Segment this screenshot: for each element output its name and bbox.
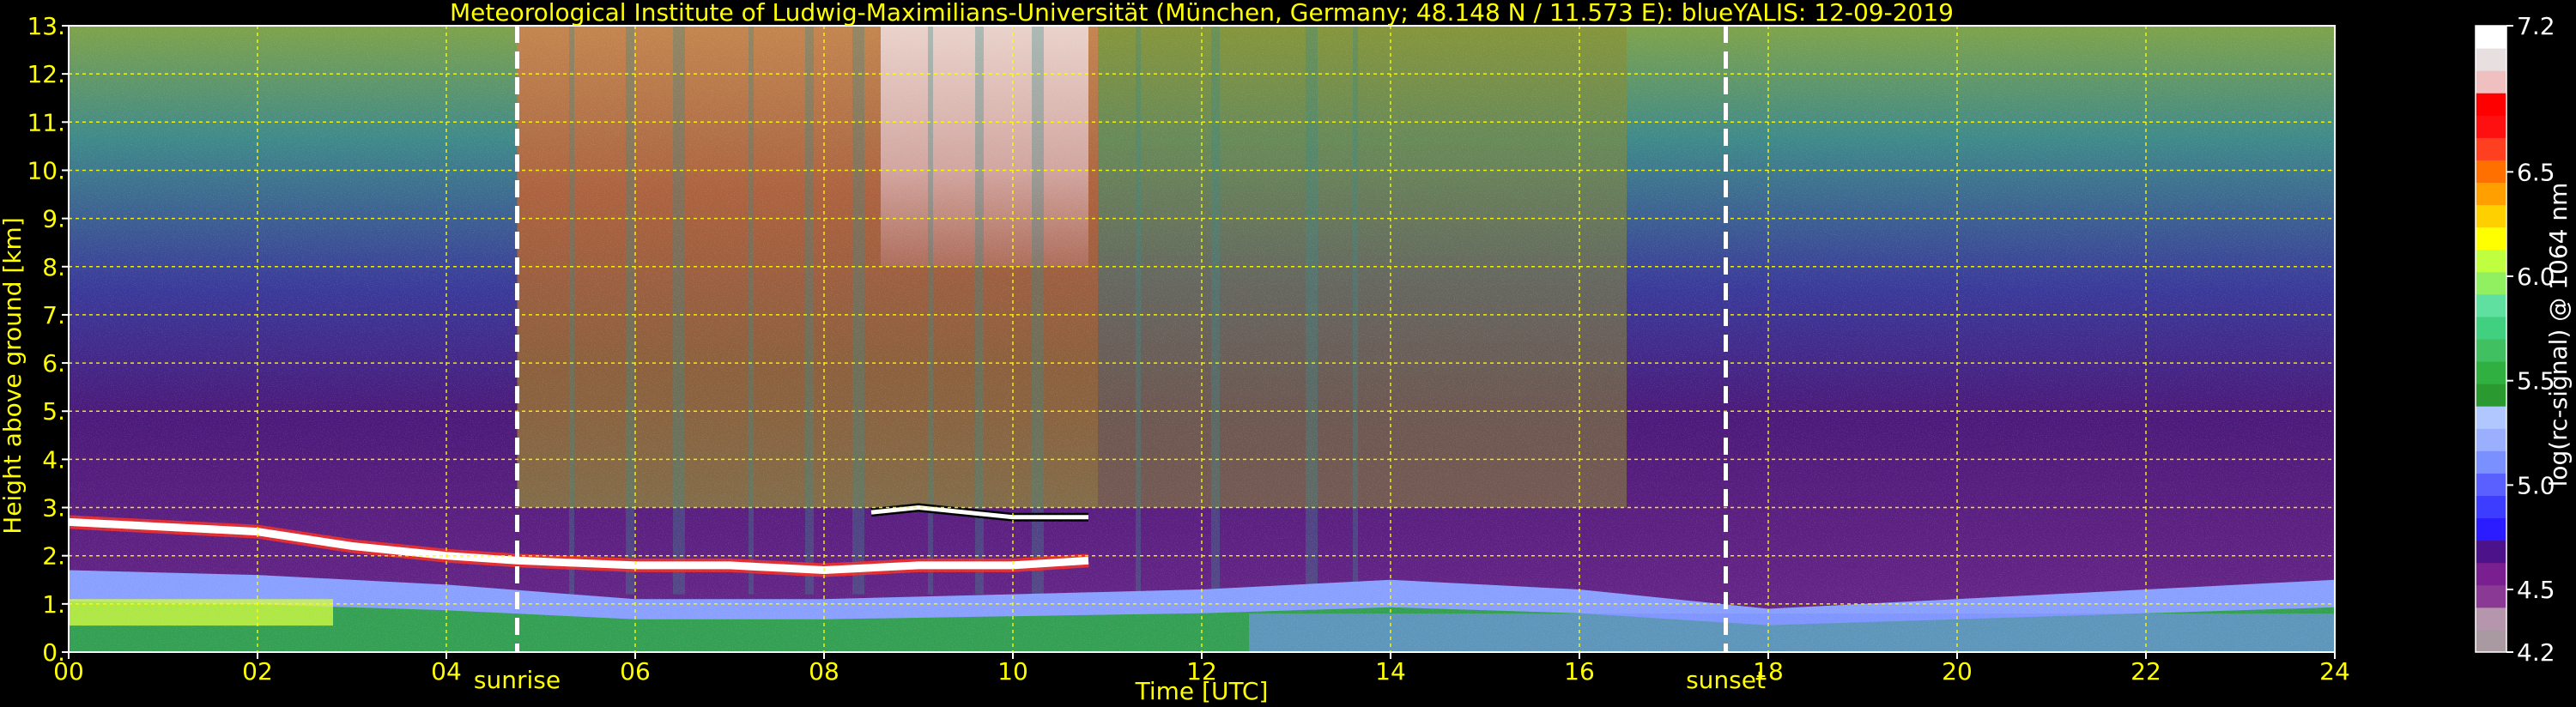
y-tick-label: 5.: [42, 397, 65, 426]
y-tick-label: 4.: [42, 445, 65, 474]
plot-area: [68, 26, 2335, 652]
colorbar-segment: [2476, 293, 2506, 317]
colorbar-segment: [2476, 70, 2506, 94]
colorbar-tick-label: 4.5: [2517, 576, 2555, 604]
colorbar-segment: [2476, 540, 2506, 564]
x-tick-label: 10: [997, 657, 1028, 686]
colorbar: 4.24.55.05.56.06.57.2: [2475, 12, 2555, 667]
colorbar-segment: [2476, 48, 2506, 71]
colorbar-segment: [2476, 361, 2506, 384]
y-tick-label: 6.: [42, 349, 65, 378]
colorbar-segment: [2476, 204, 2506, 228]
lidar-quicklook: sunrise sunset 00 02 04 06 08 10 12 14 16 18 20 22 24…: [0, 0, 2576, 707]
x-tick-label: 02: [242, 657, 273, 686]
colorbar-tick-label: 7.2: [2517, 12, 2555, 40]
colorbar-tick-label: 6.5: [2517, 158, 2555, 186]
y-tick-label: 1.: [42, 590, 65, 619]
colorbar-segment: [2476, 584, 2506, 608]
y-tick-label: 12.: [27, 60, 65, 88]
speckle-noise: [69, 26, 2335, 652]
x-tick-label: 20: [1942, 657, 1973, 686]
colorbar-segment: [2476, 271, 2506, 295]
y-tick-label: 3.: [42, 494, 65, 523]
colorbar-segment: [2476, 160, 2506, 183]
colorbar-label: log(rc-signal) @ 1064 nm: [2544, 183, 2573, 487]
colorbar-segment: [2476, 495, 2506, 519]
colorbar-segment: [2476, 629, 2506, 653]
colorbar-segment: [2476, 227, 2506, 251]
colorbar-segment: [2476, 384, 2506, 407]
y-tick-label: 10.: [27, 156, 65, 184]
x-tick-label: 18: [1753, 657, 1784, 686]
x-tick-label: 16: [1564, 657, 1595, 686]
y-tick-label: 8.: [42, 253, 65, 281]
y-tick-label: 0.: [42, 638, 65, 667]
colorbar-segment: [2476, 562, 2506, 586]
x-tick-label: 06: [620, 657, 651, 686]
x-tick-label: 24: [2319, 657, 2350, 686]
colorbar-segment: [2476, 428, 2506, 451]
colorbar-segment: [2476, 473, 2506, 496]
colorbar-segment: [2476, 137, 2506, 160]
y-axis-label: Height above ground [km]: [0, 217, 27, 535]
y-tick-label: 11.: [27, 108, 65, 136]
colorbar-segment: [2476, 316, 2506, 340]
y-tick-label: 13.: [27, 12, 65, 40]
y-tick-label: 7.: [42, 301, 65, 329]
colorbar-segment: [2476, 115, 2506, 138]
colorbar-segment: [2476, 93, 2506, 116]
colorbar-segment: [2476, 339, 2506, 362]
x-tick-label: 08: [809, 657, 839, 686]
colorbar-segment: [2476, 406, 2506, 429]
x-tick-label: 04: [431, 657, 462, 686]
chart-title: Meteorological Institute of Ludwig-Maxim…: [450, 0, 1954, 27]
x-tick-label: 22: [2131, 657, 2161, 686]
x-tick-label: 14: [1375, 657, 1406, 686]
colorbar-segment: [2476, 607, 2506, 631]
colorbar-segment: [2476, 182, 2506, 206]
colorbar-tick-label: 4.2: [2517, 638, 2555, 667]
x-axis-label: Time [UTC]: [1135, 677, 1269, 705]
annotation-label-sunrise: sunrise: [474, 666, 561, 694]
colorbar-segment: [2476, 26, 2506, 49]
chart-svg: sunrise sunset 00 02 04 06 08 10 12 14 16 18 20 22 24…: [0, 0, 2573, 705]
colorbar-segment: [2476, 450, 2506, 474]
y-tick-label: 9.: [42, 205, 65, 233]
colorbar-segment: [2476, 249, 2506, 273]
y-tick-label: 2.: [42, 542, 65, 571]
colorbar-segment: [2476, 517, 2506, 541]
